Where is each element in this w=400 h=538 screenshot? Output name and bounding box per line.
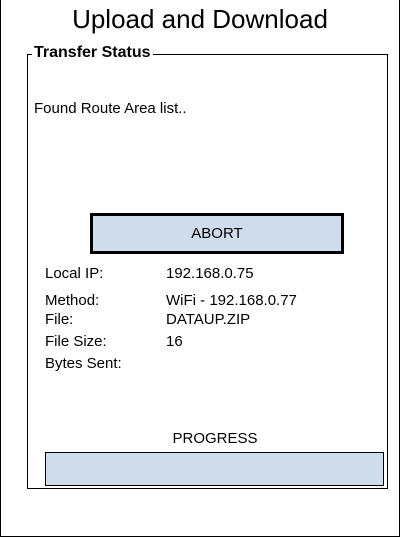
page-title: Upload and Download — [72, 4, 328, 34]
abort-button[interactable]: ABORT — [90, 213, 344, 254]
file-value: DATAUP.ZIP — [166, 311, 251, 328]
method-value: WiFi - 192.168.0.77 — [166, 292, 297, 309]
bytes-sent-label: Bytes Sent: — [45, 355, 122, 372]
method-label: Method: — [45, 292, 100, 309]
local-ip-label: Local IP: — [45, 265, 104, 282]
transfer-status-title: Transfer Status — [32, 43, 154, 63]
file-size-value: 16 — [166, 333, 183, 350]
progress-bar — [45, 452, 384, 486]
status-message: Found Route Area list.. — [34, 100, 187, 117]
local-ip-value: 192.168.0.75 — [166, 265, 254, 282]
progress-label: PROGRESS — [172, 430, 258, 447]
file-label: File: — [45, 311, 74, 328]
file-size-label: File Size: — [45, 333, 107, 350]
